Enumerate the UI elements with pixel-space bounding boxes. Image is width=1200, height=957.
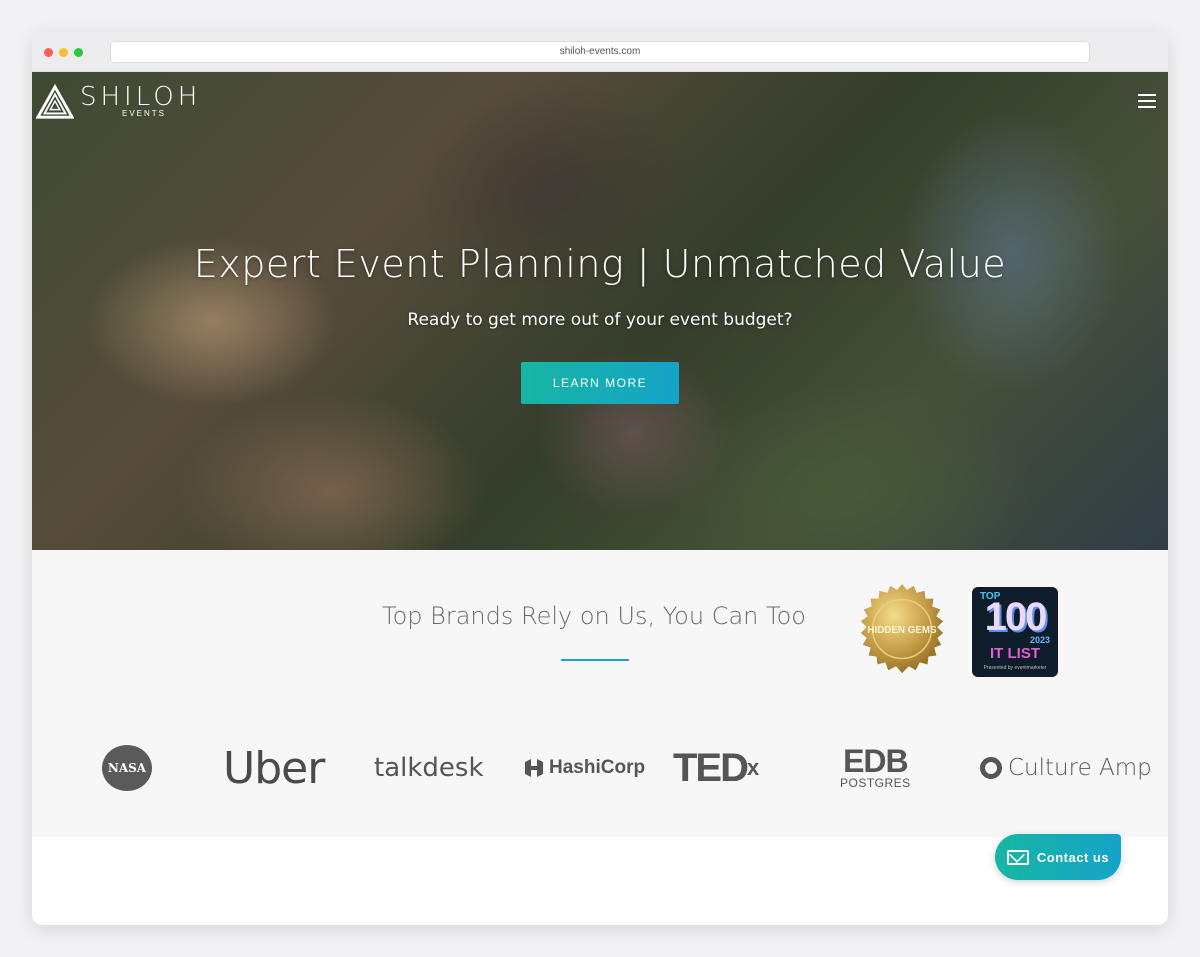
uber-logo: Uber bbox=[223, 742, 325, 794]
client-logos: NASA Uber talkdesk HashiCorp TED x EDB PO… bbox=[32, 740, 1168, 796]
mail-icon bbox=[1006, 849, 1029, 865]
talkdesk-logo: talkdesk bbox=[374, 753, 484, 783]
close-window-button[interactable] bbox=[44, 48, 53, 57]
top-100-it-list-badge: TOP 100 2023 IT LIST Presented by eventm… bbox=[972, 587, 1058, 677]
hero-subtitle: Ready to get more out of your event budg… bbox=[407, 310, 793, 330]
nasa-logo: NASA bbox=[102, 740, 152, 796]
maximize-window-button[interactable] bbox=[74, 48, 83, 57]
culture-amp-logo: Culture Amp bbox=[980, 740, 1152, 796]
site-logo[interactable]: SHILOH EVENTS bbox=[36, 84, 201, 120]
browser-window: shiloh-events.com SHILOH EVENTS Expert E… bbox=[32, 32, 1168, 925]
brands-section: Top Brands Rely on Us, You Can Too HIDDE… bbox=[32, 550, 1168, 837]
edb-postgres-logo: EDB POSTGRES bbox=[840, 743, 911, 790]
minimize-window-button[interactable] bbox=[59, 48, 68, 57]
browser-chrome: shiloh-events.com bbox=[32, 32, 1168, 72]
heading-divider bbox=[561, 659, 629, 661]
hidden-gems-award-badge: HIDDEN GEMS bbox=[860, 583, 944, 674]
logo-name: SHILOH bbox=[80, 82, 202, 112]
hero-section: SHILOH EVENTS Expert Event Planning | Un… bbox=[32, 72, 1168, 550]
hashicorp-icon bbox=[525, 759, 543, 777]
address-bar[interactable]: shiloh-events.com bbox=[110, 41, 1090, 63]
culture-amp-icon bbox=[980, 757, 1002, 779]
brands-heading: Top Brands Rely on Us, You Can Too bbox=[382, 602, 806, 630]
contact-us-button[interactable]: Contact us bbox=[995, 834, 1121, 880]
hero-title: Expert Event Planning | Unmatched Value bbox=[193, 242, 1007, 286]
hashicorp-logo: HashiCorp bbox=[523, 740, 645, 796]
tedx-logo: TED x bbox=[673, 745, 759, 790]
hamburger-menu-icon[interactable] bbox=[1138, 94, 1156, 112]
learn-more-button[interactable]: LEARN MORE bbox=[521, 362, 679, 404]
shiloh-triangle-icon bbox=[36, 84, 74, 119]
gold-badge-text: HIDDEN GEMS bbox=[867, 625, 937, 636]
